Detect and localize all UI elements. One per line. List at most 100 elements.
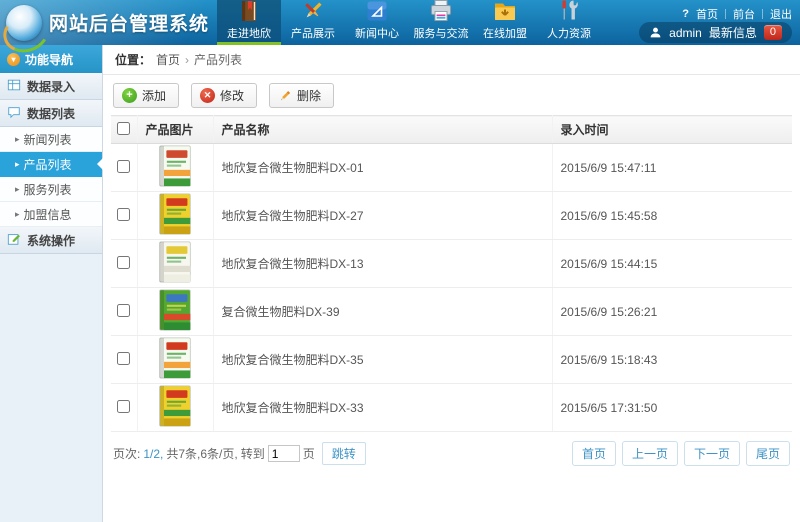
row-checkbox[interactable]: [117, 352, 130, 365]
column-header-name: 产品名称: [213, 116, 552, 144]
entry-time: 2015/6/9 15:44:15: [552, 240, 792, 288]
pagination-button[interactable]: 尾页: [746, 441, 790, 466]
jump-button[interactable]: 跳转: [322, 442, 366, 465]
cross-icon: ✕: [200, 88, 215, 103]
column-header-image: 产品图片: [137, 116, 213, 144]
breadcrumb-home[interactable]: 首页: [156, 51, 180, 68]
table-row: 复合微生物肥料DX-39 2015/6/9 15:26:21: [111, 288, 792, 336]
entry-time: 2015/6/9 15:47:11: [552, 144, 792, 192]
pagination-button[interactable]: 首页: [572, 441, 616, 466]
pencil-brush-icon: [301, 0, 325, 23]
sidebar-menu: 数据录入 数据列表 ▸ 新闻列表 ▸ 产品列表 ▸ 服务列表 ▸ 加盟信息 系统…: [0, 73, 102, 254]
entry-time: 2015/6/5 17:31:50: [552, 384, 792, 432]
pencil-icon: [278, 89, 292, 103]
frontend-link[interactable]: 前台: [733, 6, 755, 22]
breadcrumb: 位置： 首页 › 产品列表: [103, 45, 800, 75]
user-pill: admin 最新信息 0: [639, 22, 792, 43]
ruler-icon: [365, 0, 389, 23]
product-bag-graphic: [154, 384, 196, 428]
divider: [762, 9, 763, 19]
sidebar-item[interactable]: ▸ 服务列表: [0, 177, 102, 202]
table-row: 地欣复合微生物肥料DX-27 2015/6/9 15:45:58: [111, 192, 792, 240]
page-ratio: 1/2,: [143, 447, 163, 461]
table-row: 地欣复合微生物肥料DX-01 2015/6/9 15:47:11: [111, 144, 792, 192]
table-row: 地欣复合微生物肥料DX-35 2015/6/9 15:18:43: [111, 336, 792, 384]
sidebar-item[interactable]: ▸ 产品列表: [0, 152, 102, 177]
top-header: 网站后台管理系统 走进地欣 产品展示 新闻中心 服务与交流 在线加盟 人力资源 …: [0, 0, 800, 45]
breadcrumb-current: 产品列表: [194, 51, 242, 68]
caret-right-icon: ▸: [15, 159, 20, 170]
entry-time: 2015/6/9 15:26:21: [552, 288, 792, 336]
product-name: 地欣复合微生物肥料DX-27: [213, 192, 552, 240]
product-bag-graphic: [154, 240, 196, 284]
row-checkbox[interactable]: [117, 400, 130, 413]
product-bag-graphic: [154, 192, 196, 236]
help-icon[interactable]: ?: [682, 8, 689, 20]
pagination-button[interactable]: 下一页: [684, 441, 740, 466]
header-nav-item[interactable]: 在线加盟: [473, 0, 537, 45]
latest-messages-link[interactable]: 最新信息: [709, 24, 757, 41]
product-image: [154, 369, 196, 383]
edit-button[interactable]: ✕ 修改: [191, 83, 257, 108]
tools-icon: [557, 0, 581, 23]
product-image: [154, 177, 196, 191]
select-all-checkbox[interactable]: [117, 122, 130, 135]
caret-right-icon: ▸: [15, 134, 20, 145]
comment-icon: [7, 105, 21, 122]
table-header-row: 产品图片 产品名称 录入时间: [111, 116, 792, 144]
sidebar-group[interactable]: 数据录入: [0, 73, 102, 100]
product-image: [154, 273, 196, 287]
username: admin: [669, 26, 702, 40]
home-link[interactable]: 首页: [696, 6, 718, 22]
header-nav-item[interactable]: 新闻中心: [345, 0, 409, 45]
pagination-button[interactable]: 上一页: [622, 441, 678, 466]
product-bag-graphic: [154, 288, 196, 332]
entry-time: 2015/6/9 15:18:43: [552, 336, 792, 384]
product-image: [154, 417, 196, 431]
sidebar-group[interactable]: 数据列表: [0, 100, 102, 127]
toolbar: + 添加 ✕ 修改 删除: [103, 75, 800, 115]
sidebar: ▾ 功能导航 数据录入 数据列表 ▸ 新闻列表 ▸ 产品列表 ▸ 服务列表 ▸ …: [0, 45, 103, 522]
logout-link[interactable]: 退出: [770, 6, 792, 22]
breadcrumb-label: 位置：: [115, 51, 151, 68]
product-table-wrap: 产品图片 产品名称 录入时间 地欣复合微生物肥料DX-01 2015/6/9 1…: [103, 115, 800, 432]
entry-time: 2015/6/9 15:45:58: [552, 192, 792, 240]
grid-icon: [7, 78, 21, 95]
product-name: 地欣复合微生物肥料DX-35: [213, 336, 552, 384]
sidebar-group[interactable]: 系统操作: [0, 227, 102, 254]
content-panel: 位置： 首页 › 产品列表 + 添加 ✕ 修改: [103, 45, 800, 522]
column-header-time: 录入时间: [552, 116, 792, 144]
delete-button[interactable]: 删除: [269, 83, 334, 108]
header-nav: 走进地欣 产品展示 新闻中心 服务与交流 在线加盟 人力资源: [217, 0, 601, 45]
breadcrumb-separator: ›: [185, 53, 189, 67]
header-nav-item[interactable]: 走进地欣: [217, 0, 281, 45]
message-count-badge[interactable]: 0: [764, 25, 782, 40]
table-row: 地欣复合微生物肥料DX-13 2015/6/9 15:44:15: [111, 240, 792, 288]
sidebar-item[interactable]: ▸ 新闻列表: [0, 127, 102, 152]
divider: [725, 9, 726, 19]
add-button[interactable]: + 添加: [113, 83, 179, 108]
product-name: 地欣复合微生物肥料DX-13: [213, 240, 552, 288]
product-image: [154, 225, 196, 239]
product-image: [154, 321, 196, 335]
row-checkbox[interactable]: [117, 208, 130, 221]
sidebar-item[interactable]: ▸ 加盟信息: [0, 202, 102, 227]
row-checkbox[interactable]: [117, 304, 130, 317]
goto-page-input[interactable]: [268, 445, 300, 462]
header-nav-item[interactable]: 服务与交流: [409, 0, 473, 45]
brand: 网站后台管理系统: [0, 0, 209, 45]
row-checkbox[interactable]: [117, 160, 130, 173]
product-bag-graphic: [154, 144, 196, 188]
top-links: ? 首页 前台 退出: [682, 6, 792, 22]
header-nav-item[interactable]: 产品展示: [281, 0, 345, 45]
pagination-buttons: 首页 上一页 下一页 尾页: [572, 441, 790, 466]
chevron-down-icon: ▾: [7, 53, 20, 66]
header-nav-item[interactable]: 人力资源: [537, 0, 601, 45]
row-checkbox[interactable]: [117, 256, 130, 269]
plus-icon: +: [122, 88, 137, 103]
caret-right-icon: ▸: [15, 184, 20, 195]
edit-icon: [7, 232, 21, 249]
table-row: 地欣复合微生物肥料DX-33 2015/6/5 17:31:50: [111, 384, 792, 432]
printer-icon: [429, 0, 453, 23]
pagination-info: 页次:1/2, 共7条,6条/页, 转到 页 跳转: [113, 442, 366, 465]
